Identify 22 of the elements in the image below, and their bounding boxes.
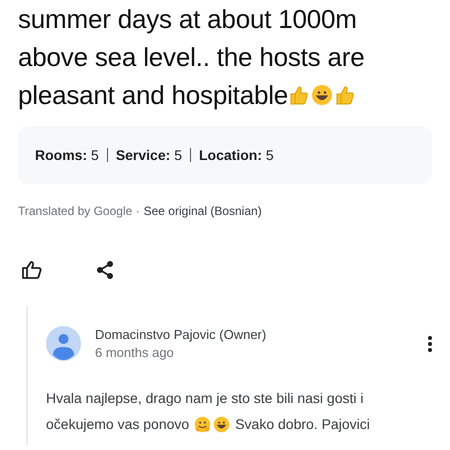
hugging-face-icon	[194, 416, 212, 432]
thumbs-up-icon	[288, 84, 310, 106]
reply-time: 6 months ago	[95, 345, 175, 360]
grinning-face-icon	[311, 84, 334, 106]
more-options-icon[interactable]	[428, 336, 432, 352]
smiling-face-icon	[213, 416, 230, 432]
review-text: summer days at about 1000m	[18, 3, 357, 36]
rating-text: Location: 5	[198, 147, 274, 163]
review-text: above sea level.. the hosts are	[18, 41, 364, 74]
rating-text: Rooms: 5	[35, 147, 99, 163]
rating-text: Service: 5	[116, 147, 182, 163]
reply-text: Hvala najlepse, drago nam je sto ste bili nasi gosti i	[46, 389, 364, 408]
review-text: pleasant and hospitable	[18, 79, 288, 112]
see-original-link[interactable]: See original (Bosnian)	[144, 204, 262, 218]
avatar	[46, 326, 81, 361]
translation-note: Translated by Google ·	[18, 204, 140, 218]
reply-text: Svako dobro. Pajovici	[235, 415, 370, 434]
reply-text: očekujemo vas ponovo	[46, 415, 190, 434]
share-icon[interactable]	[96, 260, 114, 280]
thumbs-up-icon	[334, 84, 356, 106]
reply-author: Domacinstvo Pajovic (Owner)	[95, 327, 268, 342]
like-icon[interactable]	[21, 260, 43, 280]
